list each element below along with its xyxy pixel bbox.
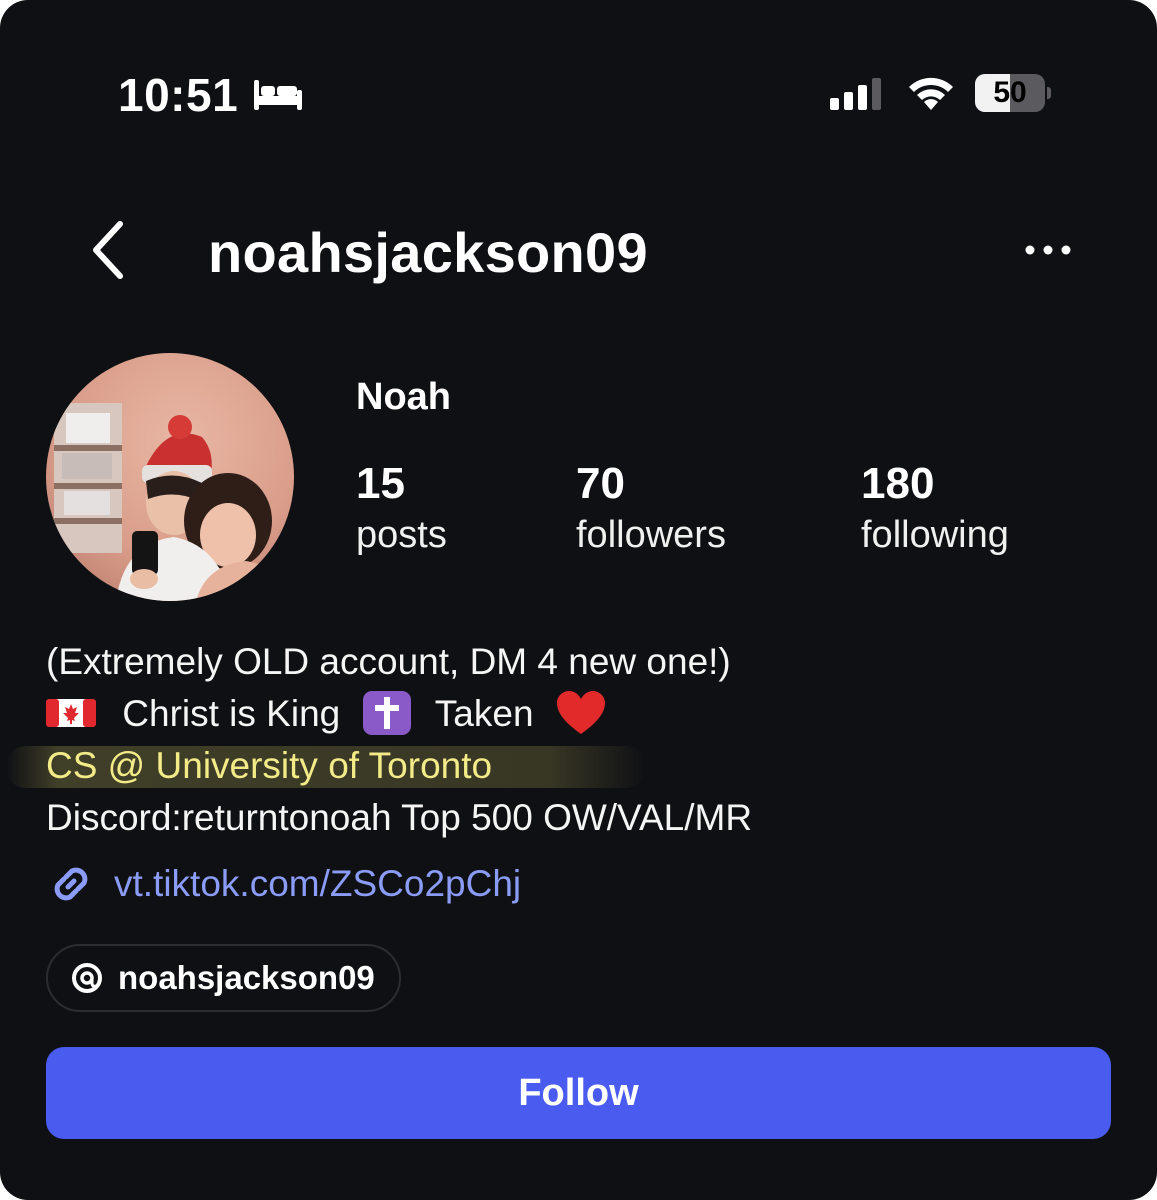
avatar-photo xyxy=(46,353,294,601)
cellular-signal-icon xyxy=(830,78,881,110)
wifi-icon xyxy=(909,77,953,110)
display-name: Noah xyxy=(356,376,451,418)
threads-handle: noahsjackson09 xyxy=(118,959,375,996)
battery-percentage: 50 xyxy=(993,76,1027,109)
status-time: 10:51 xyxy=(118,69,239,121)
bio-line-1: (Extremely OLD account, DM 4 new one!) xyxy=(46,641,731,682)
threads-icon xyxy=(72,963,102,993)
followers-stat[interactable]: 70 followers xyxy=(576,458,726,560)
bed-icon xyxy=(254,80,302,110)
following-count: 180 xyxy=(861,459,935,508)
link-icon xyxy=(54,867,88,901)
followers-count: 70 xyxy=(576,459,625,508)
bio: (Extremely OLD account, DM 4 new one!) C… xyxy=(5,636,753,844)
bio-line-4: Discord:returntonoah Top 500 OW/VAL/MR xyxy=(46,797,753,838)
threads-badge[interactable]: noahsjackson09 xyxy=(46,944,401,1012)
phone-screen: 10:51 50 noahsjackson09 Noah 15 posts 70… xyxy=(0,0,1157,1200)
profile-username: noahsjackson09 xyxy=(208,221,648,284)
bio-text-christ: Christ is King xyxy=(122,693,341,734)
link-text: vt.tiktok.com/ZSCo2pChj xyxy=(114,863,522,904)
back-chevron-icon[interactable] xyxy=(84,218,132,282)
follow-button[interactable]: Follow xyxy=(46,1047,1111,1139)
avatar[interactable] xyxy=(46,353,294,601)
bio-line-3: CS @ University of Toronto xyxy=(5,740,752,792)
latin-cross-icon xyxy=(362,691,411,736)
more-options-icon[interactable] xyxy=(1022,236,1074,264)
followers-label: followers xyxy=(576,514,726,556)
canada-flag-icon xyxy=(46,699,96,728)
red-heart-icon xyxy=(556,691,605,735)
bio-text-taken: Taken xyxy=(434,693,534,734)
bio-line-2: Christ is King Taken xyxy=(46,688,752,740)
battery-icon: 50 xyxy=(975,74,1051,112)
posts-stat[interactable]: 15 posts xyxy=(356,458,447,560)
posts-count: 15 xyxy=(356,459,405,508)
following-label: following xyxy=(861,514,1009,556)
following-stat[interactable]: 180 following xyxy=(861,458,1009,560)
bio-link[interactable]: vt.tiktok.com/ZSCo2pChj xyxy=(46,856,521,912)
posts-label: posts xyxy=(356,514,447,556)
bio-university: CS @ University of Toronto xyxy=(46,745,493,786)
